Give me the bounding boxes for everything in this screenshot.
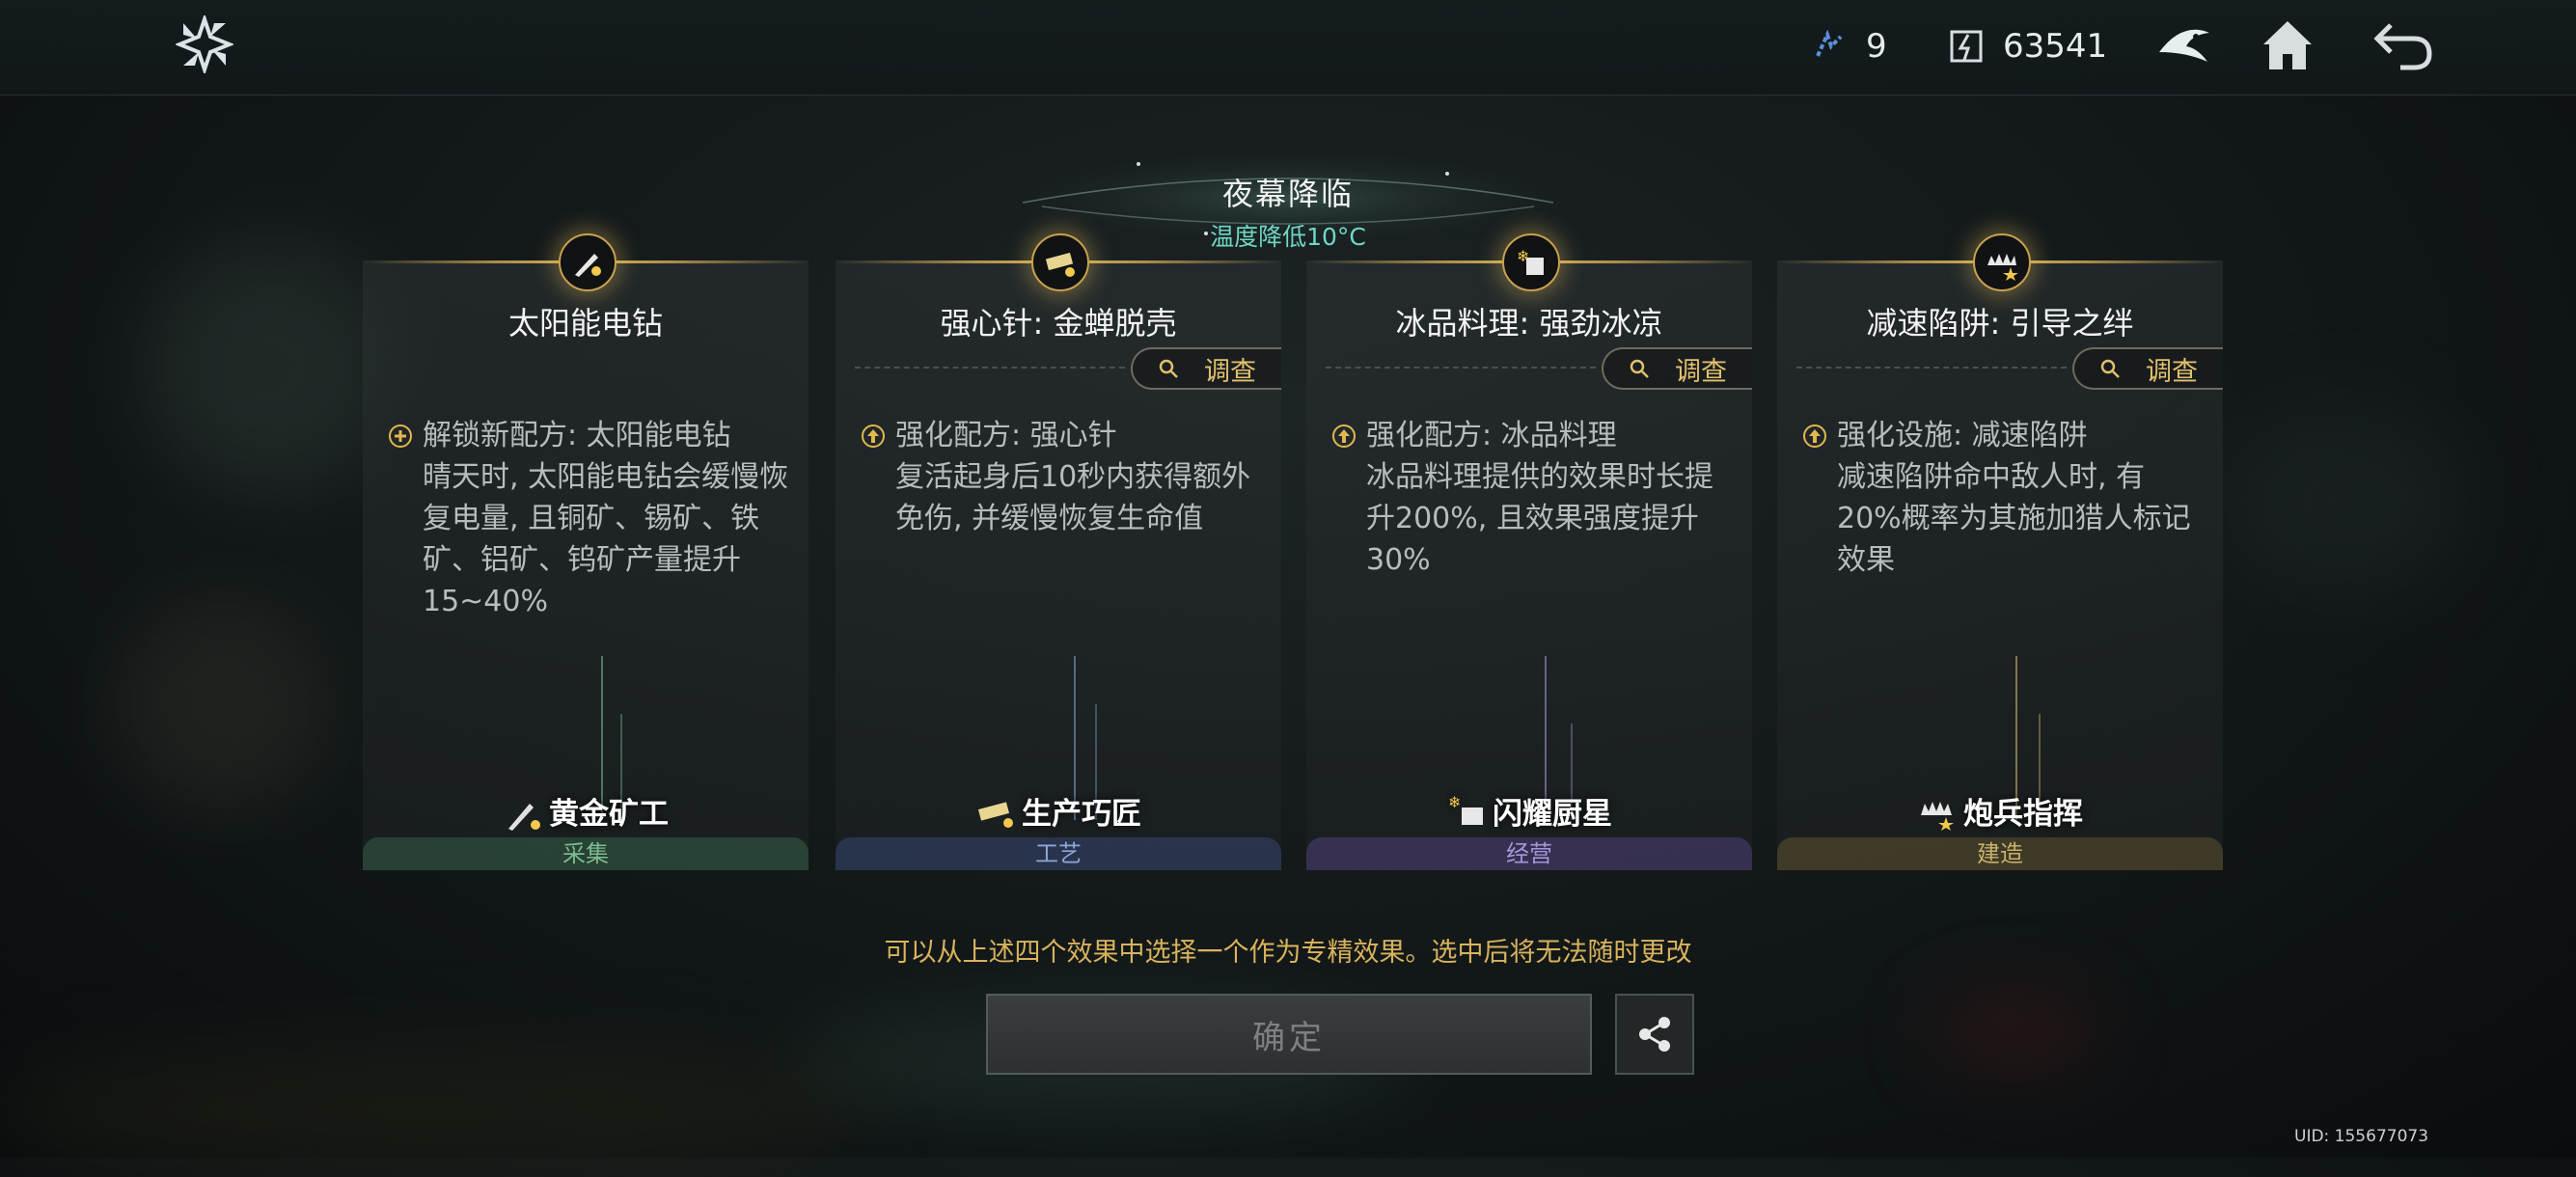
card-description: 强化设施: 减速陷阱 减速陷阱命中敌人时, 有20%概率为其施加猎人标记效果	[1802, 415, 2207, 581]
svg-text:❄: ❄	[1448, 793, 1461, 811]
category-label: 工艺	[836, 837, 1281, 870]
effect-body: 晴天时, 太阳能电钻会缓慢恢复电量, 且铜矿、锡矿、铁矿、铝矿、钨矿产量提升15…	[423, 460, 789, 618]
energy-value: 9	[1866, 27, 1887, 66]
event-subtitle: 温度降低10°C	[1210, 223, 1366, 251]
effect-head: 强化设施: 减速陷阱	[1837, 419, 2088, 452]
share-icon	[1639, 1017, 1670, 1052]
syringe-icon	[1031, 233, 1089, 291]
card-description: 强化配方: 强心针 复活起身后10秒内获得额外免伤, 并缓慢恢复生命值	[861, 415, 1266, 539]
faction-emblem-icon[interactable]	[2153, 14, 2217, 77]
share-button[interactable]	[1615, 994, 1694, 1075]
role-label: 生产巧匠	[836, 789, 1281, 833]
investigate-button[interactable]: 调查	[1602, 347, 1752, 390]
event-title: 夜幕降临	[1221, 176, 1354, 212]
upgrade-arrow-icon	[1332, 424, 1356, 448]
perk-card-3[interactable]: ❄ 冰品料理: 强劲冰凉 调查 强化配方: 冰品料理 冰品料理提供的效果时长提升…	[1306, 233, 1752, 870]
card-title: 强心针: 金蝉脱壳	[940, 305, 1177, 342]
search-icon	[1630, 359, 1649, 378]
card-title: 太阳能电钻	[507, 305, 663, 342]
top-bar: 9 63541	[0, 0, 2576, 96]
perk-card-1[interactable]: 太阳能电钻 解锁新配方: 太阳能电钻 晴天时, 太阳能电钻会缓慢恢复电量, 且铜…	[363, 233, 808, 870]
ice-dish-icon: ❄	[1502, 233, 1560, 291]
trap-icon	[1973, 233, 2031, 291]
effect-body: 减速陷阱命中敌人时, 有20%概率为其施加猎人标记效果	[1837, 460, 2191, 577]
role-label: 炮兵指挥	[1777, 789, 2223, 833]
upgrade-arrow-icon	[1803, 424, 1826, 448]
game-logo-icon[interactable]	[176, 15, 233, 73]
back-icon[interactable]	[2371, 14, 2435, 77]
effect-head: 强化配方: 冰品料理	[1366, 419, 1617, 452]
selection-hint: 可以从上述四个效果中选择一个作为专精效果。选中后将无法随时更改	[884, 938, 1692, 968]
event-banner: 夜幕降临 温度降低10°C	[1003, 145, 1573, 251]
search-icon	[2100, 359, 2120, 378]
currency-icon	[1950, 30, 1983, 63]
chef-role-icon: ❄	[1448, 793, 1483, 825]
investigate-button[interactable]: 调查	[2072, 347, 2223, 390]
card-title: 冰品料理: 强劲冰凉	[1395, 305, 1663, 342]
role-label: 黄金矿工	[363, 789, 808, 833]
category-label: 采集	[363, 837, 808, 870]
investigate-button[interactable]: 调查	[1131, 347, 1281, 390]
card-divider	[855, 367, 1125, 369]
effect-head: 强化配方: 强心针	[895, 419, 1117, 452]
energy-counter: 9	[1810, 27, 1887, 66]
drill-icon	[559, 233, 617, 291]
craftsman-role-icon	[977, 801, 1013, 828]
miner-role-icon	[508, 803, 540, 831]
card-title: 减速陷阱: 引导之绊	[1866, 305, 2134, 342]
card-description: 强化配方: 冰品料理 冰品料理提供的效果时长提升200%, 且效果强度提升30%	[1331, 415, 1737, 581]
confirm-button[interactable]: 确定	[986, 994, 1592, 1075]
effect-body: 冰品料理提供的效果时长提升200%, 且效果强度提升30%	[1366, 460, 1713, 577]
effect-body: 复活起身后10秒内获得额外免伤, 并缓慢恢复生命值	[895, 460, 1251, 535]
artillery-role-icon	[1921, 801, 1954, 831]
category-label: 建造	[1777, 837, 2223, 870]
perk-card-2[interactable]: 强心针: 金蝉脱壳 调查 强化配方: 强心针 复活起身后10秒内获得额外免伤, …	[836, 233, 1281, 870]
search-icon	[1159, 359, 1178, 378]
role-label: ❄ 闪耀厨星	[1306, 789, 1752, 833]
perk-card-4[interactable]: 减速陷阱: 引导之绊 调查 强化设施: 减速陷阱 减速陷阱命中敌人时, 有20%…	[1777, 233, 2223, 870]
home-icon[interactable]	[2256, 14, 2319, 77]
card-divider	[1796, 367, 2067, 369]
currency-counter: 63541	[1947, 27, 2107, 66]
upgrade-arrow-icon	[862, 424, 885, 448]
energy-icon	[1816, 29, 1843, 57]
unlock-plus-icon	[389, 424, 412, 448]
card-divider	[1326, 367, 1596, 369]
user-id: UID: 155677073	[2294, 1127, 2429, 1146]
svg-text:❄: ❄	[1517, 247, 1529, 265]
effect-head: 解锁新配方: 太阳能电钻	[423, 419, 731, 452]
category-label: 经营	[1306, 837, 1752, 870]
card-description: 解锁新配方: 太阳能电钻 晴天时, 太阳能电钻会缓慢恢复电量, 且铜矿、锡矿、铁…	[388, 415, 793, 622]
currency-value: 63541	[2003, 27, 2108, 66]
